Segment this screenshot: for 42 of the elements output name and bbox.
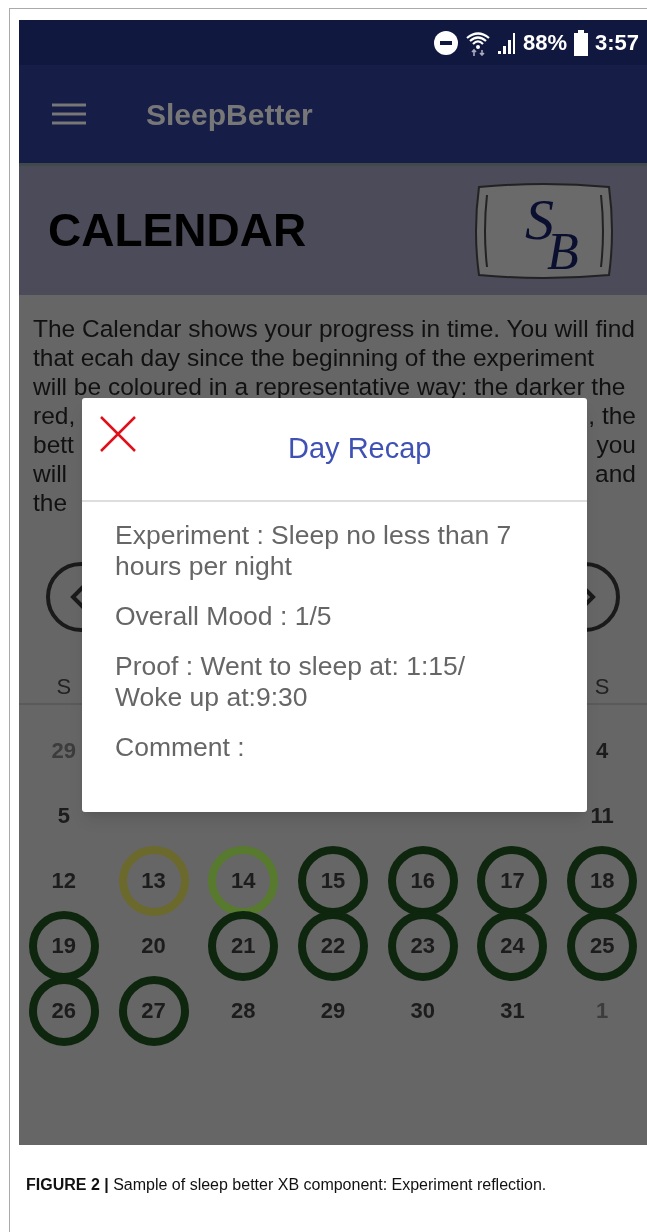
page-title: CALENDAR bbox=[48, 203, 307, 258]
calendar-day[interactable]: 16 bbox=[387, 845, 458, 916]
calendar-day[interactable]: 25 bbox=[567, 910, 638, 981]
recap-field: Proof : Went to sleep at: 1:15/ Woke up at:9:30 bbox=[115, 651, 517, 713]
calendar-day[interactable]: 17 bbox=[477, 845, 548, 916]
paragraph-text: you bbox=[596, 430, 636, 459]
calendar-day[interactable]: 15 bbox=[298, 845, 368, 916]
recap-field: Comment : bbox=[115, 732, 517, 763]
calendar-day[interactable]: 13 bbox=[118, 845, 189, 916]
calendar-day[interactable]: 26 bbox=[28, 975, 99, 1046]
paragraph-text: will be coloured in a representative way: the darker the bbox=[33, 372, 626, 401]
dialog-title: Day Recap bbox=[288, 431, 432, 467]
calendar-day[interactable]: 23 bbox=[387, 910, 458, 981]
paragraph-text: will bbox=[33, 459, 68, 488]
calendar-day[interactable]: 27 bbox=[118, 975, 189, 1046]
calendar-day[interactable]: 18 bbox=[567, 845, 638, 916]
battery-percentage: 88% bbox=[522, 29, 567, 57]
paragraph-text: that ecah day since the beginning of the experiment bbox=[33, 343, 595, 372]
signal-icon bbox=[496, 30, 517, 55]
calendar-day[interactable]: 24 bbox=[477, 910, 548, 981]
paragraph-text: and bbox=[595, 459, 636, 488]
calendar-day[interactable]: 14 bbox=[208, 845, 279, 916]
calendar-day[interactable]: 19 bbox=[28, 910, 99, 981]
paragraph-text: bett bbox=[33, 430, 74, 459]
paragraph-text: the bbox=[33, 488, 68, 517]
weekday-header: S bbox=[56, 672, 72, 701]
do-not-disturb-icon bbox=[432, 29, 459, 56]
app-title: SleepBetter bbox=[146, 96, 313, 133]
calendar-day[interactable]: 21 bbox=[208, 910, 279, 981]
weekday-header: S bbox=[594, 672, 610, 701]
battery-icon bbox=[572, 29, 589, 56]
clock-time: 3:57 bbox=[594, 29, 639, 57]
recap-field: Overall Mood : 1/5 bbox=[115, 601, 517, 632]
figure-caption: FIGURE 2 | Sample of sleep better XB component: Experiment reflection. bbox=[26, 1175, 548, 1195]
menu-icon[interactable] bbox=[52, 102, 86, 126]
paragraph-text: The Calendar shows your progress in time. You will find bbox=[33, 314, 635, 343]
paragraph-text: red, bbox=[33, 401, 76, 430]
calendar-day[interactable]: 22 bbox=[298, 910, 368, 981]
wifi-icon bbox=[464, 29, 491, 56]
recap-field: Experiment : Sleep no less than 7 hours per night bbox=[115, 520, 517, 582]
close-icon[interactable] bbox=[100, 416, 136, 452]
paragraph-text: , the bbox=[588, 401, 636, 430]
